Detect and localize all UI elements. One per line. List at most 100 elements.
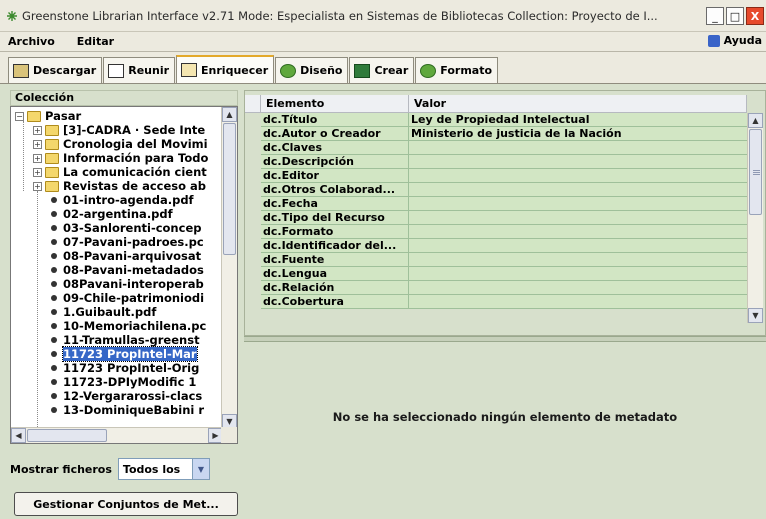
panel-splitter[interactable] [244, 336, 766, 342]
tree-file[interactable]: 03-Sanlorenti-concep [47, 221, 201, 235]
metadata-value-cell[interactable] [409, 239, 747, 252]
expand-icon[interactable]: + [33, 125, 42, 135]
tree-folder[interactable]: + Revistas de acceso ab [33, 179, 206, 193]
tree-file[interactable]: 09-Chile-patrimoniodi [47, 291, 204, 305]
metadata-element-cell[interactable]: dc.Autor o Creador [261, 127, 409, 140]
metadata-row[interactable]: dc.Identificador del... [261, 239, 747, 253]
metadata-element-cell[interactable]: dc.Claves [261, 141, 409, 154]
tree-file[interactable]: 08-Pavani-metadados [47, 263, 204, 277]
tree-file[interactable]: 08-Pavani-arquivosat [47, 249, 201, 263]
metadata-row[interactable]: dc.Cobertura [261, 295, 747, 309]
show-files-select[interactable]: Todos los ▼ [117, 458, 210, 480]
metadata-value-cell[interactable] [409, 295, 747, 308]
manage-metadata-sets-button[interactable]: Gestionar Conjuntos de Met... [14, 492, 238, 516]
metadata-element-cell[interactable]: dc.Título [261, 113, 409, 126]
metadata-row[interactable]: dc.Otros Colaborad... [261, 183, 747, 197]
metadata-value-cell[interactable] [409, 267, 747, 280]
tree-file-selected[interactable]: 11723 PropIntel-Mar [47, 346, 198, 362]
metadata-element-cell[interactable]: dc.Formato [261, 225, 409, 238]
minimize-button[interactable]: _ [706, 7, 724, 25]
metadata-value-cell[interactable]: Ley de Propiedad Intelectual [409, 113, 747, 126]
tree-file-label: 12-Vergararossi-clacs [63, 389, 203, 403]
scroll-down-icon[interactable]: ▼ [748, 308, 763, 323]
collapse-icon[interactable]: − [15, 111, 24, 121]
metadata-value-cell[interactable] [409, 211, 747, 224]
metadata-element-cell[interactable]: dc.Tipo del Recurso [261, 211, 409, 224]
tree-file[interactable]: 1.Guibault.pdf [47, 305, 156, 319]
tree-vertical-scrollbar[interactable]: ▲ ▼ [221, 107, 237, 429]
maximize-button[interactable]: □ [726, 7, 744, 25]
collection-tree[interactable]: − Pasar + [3]-CADRA · Sede Inte + Cronol… [10, 106, 238, 444]
tree-folder[interactable]: + Cronologia del Movimi [33, 137, 208, 151]
close-button[interactable]: X [746, 7, 764, 25]
tree-file[interactable]: 08Pavani-interoperab [47, 277, 204, 291]
metadata-element-cell[interactable]: dc.Fuente [261, 253, 409, 266]
chevron-down-icon[interactable]: ▼ [191, 459, 209, 479]
metadata-row[interactable]: dc.Formato [261, 225, 747, 239]
metadata-value-cell[interactable] [409, 141, 747, 154]
metadata-element-cell[interactable]: dc.Descripción [261, 155, 409, 168]
scroll-thumb[interactable] [223, 123, 236, 255]
metadata-value-cell[interactable] [409, 281, 747, 294]
metadata-row[interactable]: dc.Lengua [261, 267, 747, 281]
menu-help[interactable]: Ayuda [707, 34, 762, 47]
metadata-row[interactable]: dc.Claves [261, 141, 747, 155]
tree-file[interactable]: 11-Tramullas-greenst [47, 333, 200, 347]
tab-crear[interactable]: Crear [349, 57, 415, 83]
metadata-value-cell[interactable]: Ministerio de justicia de la Nación [409, 127, 747, 140]
tree-file[interactable]: 12-Vergararossi-clacs [47, 389, 202, 403]
metadata-element-cell[interactable]: dc.Editor [261, 169, 409, 182]
scroll-up-icon[interactable]: ▲ [222, 107, 237, 122]
menu-archivo[interactable]: Archivo [0, 35, 69, 48]
column-header-element[interactable]: Elemento [261, 95, 409, 112]
metadata-row[interactable]: dc.Fecha [261, 197, 747, 211]
metadata-value-cell[interactable] [409, 197, 747, 210]
metadata-element-cell[interactable]: dc.Cobertura [261, 295, 409, 308]
scroll-up-icon[interactable]: ▲ [748, 113, 763, 128]
metadata-row[interactable]: dc.Título Ley de Propiedad Intelectual [261, 113, 747, 127]
expand-icon[interactable]: + [33, 167, 42, 177]
tree-file[interactable]: 11723 PropIntel-Orig [47, 361, 199, 375]
tree-file[interactable]: 07-Pavani-padroes.pc [47, 235, 204, 249]
tab-reunir[interactable]: Reunir [103, 57, 176, 83]
tree-root[interactable]: − Pasar [15, 109, 81, 123]
tab-descargar[interactable]: Descargar [8, 57, 103, 83]
tab-formato[interactable]: Formato [415, 57, 499, 83]
metadata-row[interactable]: dc.Relación [261, 281, 747, 295]
scroll-left-icon[interactable]: ◀ [11, 428, 26, 443]
menu-editar[interactable]: Editar [69, 35, 128, 48]
tree-horizontal-scrollbar[interactable]: ◀ ▶ [11, 427, 223, 443]
metadata-element-cell[interactable]: dc.Lengua [261, 267, 409, 280]
metadata-value-cell[interactable] [409, 225, 747, 238]
scroll-thumb[interactable] [749, 129, 762, 215]
tab-diseno[interactable]: Diseño [275, 57, 349, 83]
metadata-element-cell[interactable]: dc.Fecha [261, 197, 409, 210]
tab-enriquecer[interactable]: Enriquecer [176, 55, 275, 83]
metadata-value-cell[interactable] [409, 253, 747, 266]
metadata-element-cell[interactable]: dc.Otros Colaborad... [261, 183, 409, 196]
metadata-value-cell[interactable] [409, 183, 747, 196]
tree-folder[interactable]: + [3]-CADRA · Sede Inte [33, 123, 205, 137]
scroll-thumb[interactable] [27, 429, 107, 442]
tree-folder[interactable]: + La comunicación cient [33, 165, 207, 179]
metadata-value-cell[interactable] [409, 155, 747, 168]
metadata-vertical-scrollbar[interactable]: ▲ ▼ [747, 113, 763, 323]
metadata-row[interactable]: dc.Descripción [261, 155, 747, 169]
tree-file[interactable]: 11723-DPIyModific 1 [47, 375, 196, 389]
tree-file[interactable]: 13-DominiqueBabini r [47, 403, 204, 417]
metadata-element-cell[interactable]: dc.Identificador del... [261, 239, 409, 252]
metadata-row[interactable]: dc.Autor o Creador Ministerio de justicia… [261, 127, 747, 141]
expand-icon[interactable]: + [33, 139, 42, 149]
tree-file[interactable]: 01-intro-agenda.pdf [47, 193, 194, 207]
metadata-row[interactable]: dc.Tipo del Recurso [261, 211, 747, 225]
expand-icon[interactable]: + [33, 181, 42, 191]
tree-file[interactable]: 10-Memoriachilena.pc [47, 319, 206, 333]
metadata-row[interactable]: dc.Editor [261, 169, 747, 183]
column-header-value[interactable]: Valor [409, 95, 747, 112]
tree-folder[interactable]: + Información para Todo [33, 151, 208, 165]
metadata-element-cell[interactable]: dc.Relación [261, 281, 409, 294]
metadata-value-cell[interactable] [409, 169, 747, 182]
metadata-row[interactable]: dc.Fuente [261, 253, 747, 267]
tree-file[interactable]: 02-argentina.pdf [47, 207, 173, 221]
expand-icon[interactable]: + [33, 153, 42, 163]
